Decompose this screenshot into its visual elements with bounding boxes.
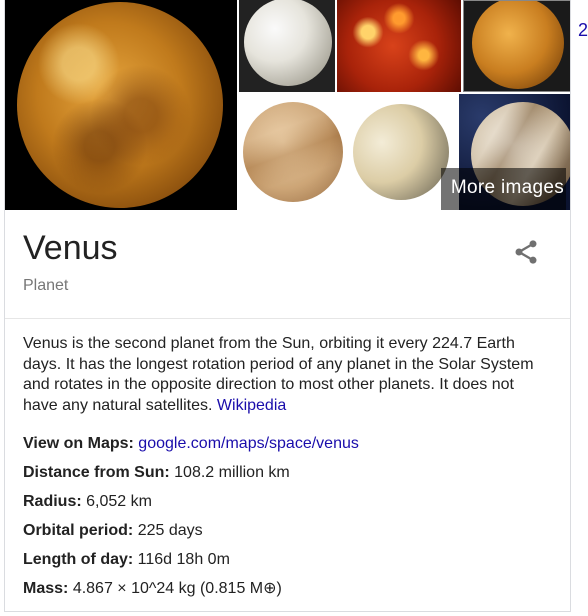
venus-image-thumb-4[interactable]	[239, 94, 343, 210]
fact-value: 225 days	[137, 522, 203, 539]
fact-row-mass: Mass: 4.867 × 10^24 kg (0.815 M⊕)	[23, 574, 552, 603]
planet-graphic	[353, 104, 449, 200]
venus-image-thumb-2[interactable]	[337, 0, 461, 92]
fact-row-length-of-day: Length of day: 116d 18h 0m	[23, 545, 552, 574]
entity-header: Venus Planet	[5, 210, 570, 319]
panel-body: Venus is the second planet from the Sun,…	[5, 319, 570, 603]
fact-label: Distance from Sun:	[23, 464, 170, 481]
more-images-button[interactable]: More images	[440, 168, 566, 210]
fact-value: 116d 18h 0m	[137, 551, 230, 568]
knowledge-panel: More images Venus Planet Venus is the se…	[4, 0, 571, 612]
fact-row-radius: Radius: 6,052 km	[23, 487, 552, 516]
wikipedia-link[interactable]: Wikipedia	[217, 397, 286, 414]
fact-row-view-on-maps: View on Maps: google.com/maps/space/venu…	[23, 429, 552, 458]
fact-label: View on Maps:	[23, 435, 134, 452]
fact-value: 6,052 km	[86, 493, 152, 510]
entity-title: Venus	[23, 229, 118, 267]
venus-image-thumb-1[interactable]	[239, 0, 335, 92]
maps-link[interactable]: google.com/maps/space/venus	[138, 435, 359, 452]
fact-row-distance-from-sun: Distance from Sun: 108.2 million km	[23, 458, 552, 487]
image-gallery: More images	[5, 0, 570, 210]
fact-label: Mass:	[23, 580, 69, 597]
fact-label: Orbital period:	[23, 522, 134, 539]
fact-label: Radius:	[23, 493, 82, 510]
offscreen-link-fragment[interactable]: 2	[578, 20, 588, 41]
share-icon[interactable]	[512, 238, 540, 266]
planet-graphic	[472, 1, 564, 89]
facts-list: View on Maps: google.com/maps/space/venu…	[23, 429, 552, 603]
fact-value: 108.2 million km	[174, 464, 290, 481]
planet-graphic	[244, 0, 332, 86]
venus-image-main[interactable]	[5, 0, 237, 210]
entity-description: Venus is the second planet from the Sun,…	[23, 334, 552, 416]
entity-subtitle: Planet	[23, 277, 69, 294]
fact-label: Length of day:	[23, 551, 134, 568]
planet-graphic	[243, 102, 343, 202]
fact-row-orbital-period: Orbital period: 225 days	[23, 516, 552, 545]
fact-value: 4.867 × 10^24 kg (0.815 M⊕)	[72, 580, 282, 597]
venus-image-thumb-3[interactable]	[463, 0, 570, 92]
planet-graphic	[17, 2, 223, 208]
